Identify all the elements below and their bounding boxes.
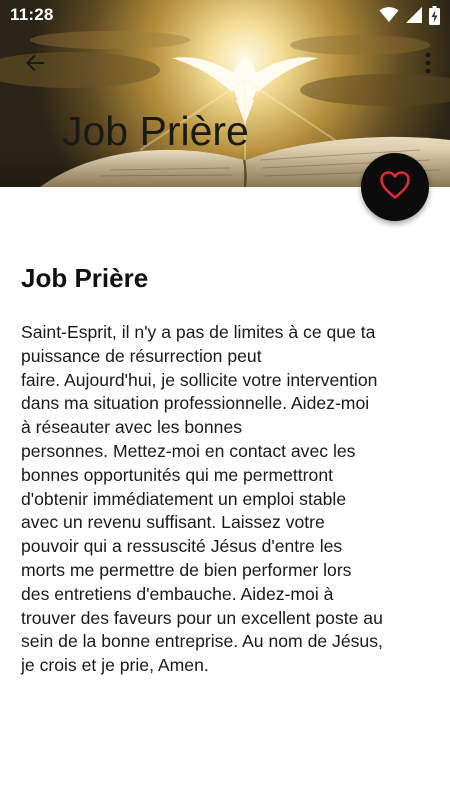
heart-outline-icon [379,170,411,205]
article-body: Saint-Esprit, il n'y a pas de limites à … [21,321,431,678]
battery-charging-icon [429,5,440,25]
more-options-button[interactable] [418,48,438,82]
article-line: trouver des faveurs pour un excellent po… [21,607,383,628]
article-line: puissance de résurrection peut [21,345,262,366]
status-icons [379,5,440,25]
article-line: je crois et je prie, Amen. [21,655,209,676]
article-line: Saint-Esprit, il n'y a pas de limites à … [21,322,376,342]
article-line: des entretiens d'embauche. Aidez-moi à [21,583,334,604]
favorite-button[interactable] [361,153,429,221]
header-title: Job Prière [62,108,249,154]
article-line: morts me permettre de bien performer lor… [21,559,352,580]
status-bar: 11:28 [0,0,450,30]
signal-icon [406,7,422,23]
article-line: personnes. Mettez-moi en contact avec le… [21,440,356,461]
article-line: faire. Aujourd'hui, je sollicite votre i… [21,369,378,390]
arrow-back-icon [23,51,47,80]
back-button[interactable] [18,48,52,82]
screen: 11:28 Job Prière Job Prière Saint-Esprit… [0,0,450,800]
article-line: à réseauter avec les bonnes [21,417,243,438]
article-line: bonnes opportunités qui me permettront [21,464,333,485]
article-title: Job Prière [21,263,149,293]
more-vertical-icon [425,52,431,79]
article-line: d'obtenir immédiatement un emploi stable [21,488,347,509]
article-line: avec un revenu suffisant. Laissez votre [21,512,325,533]
article-line: sein de la bonne entreprise. Au nom de J… [21,631,383,652]
wifi-icon [379,7,399,23]
article-line: pouvoir qui a ressuscité Jésus d'entre l… [21,536,343,557]
article-content: Job Prière Saint-Esprit, il n'y a pas de… [0,187,450,800]
status-time: 11:28 [10,5,54,24]
article-line: dans ma situation professionnelle. Aidez… [21,393,370,414]
